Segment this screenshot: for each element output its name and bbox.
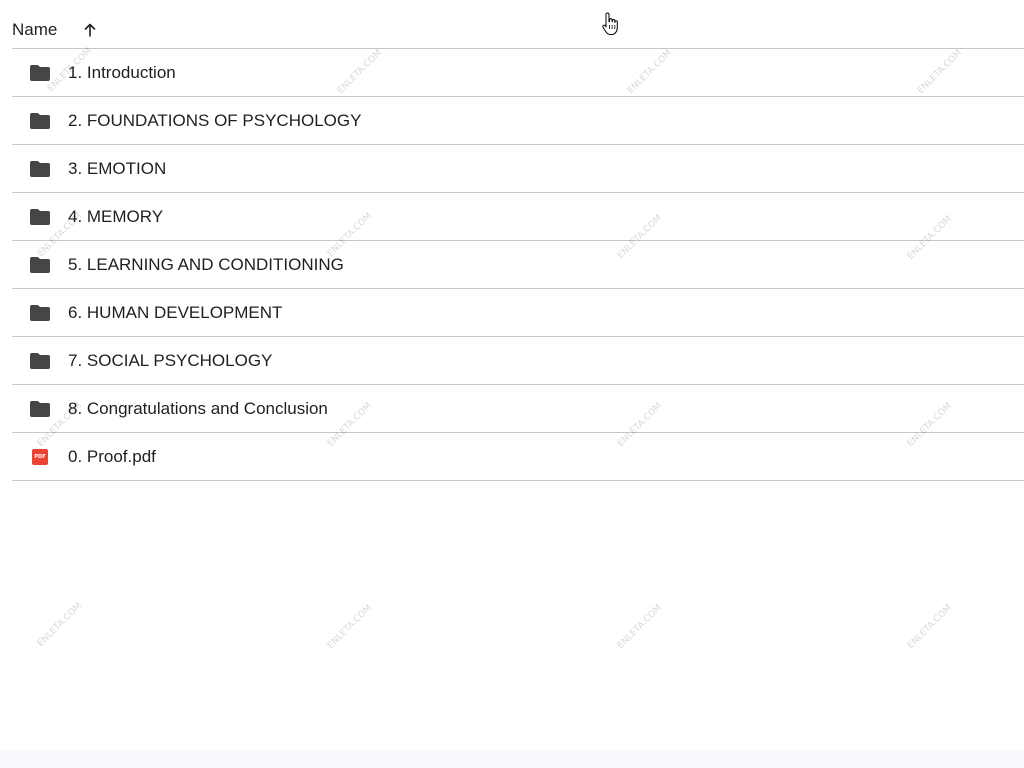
name-column-label: Name	[12, 19, 58, 39]
folder-row[interactable]: 3. EMOTION	[12, 145, 1024, 193]
arrow-up-icon[interactable]	[84, 23, 96, 37]
watermark: ENLETA.COM	[615, 602, 665, 652]
folder-row[interactable]: 8. Congratulations and Conclusion	[12, 385, 1024, 433]
file-list: Name 1. Introduction 2. FOUNDATIONS OF P…	[12, 0, 1024, 481]
file-name: 4. MEMORY	[68, 206, 164, 226]
folder-icon	[30, 304, 50, 321]
folder-icon	[30, 256, 50, 273]
sort-by-name-button[interactable]: Name	[12, 20, 96, 40]
pdf-icon: PDF	[30, 448, 50, 465]
folder-row[interactable]: 7. SOCIAL PSYCHOLOGY	[12, 337, 1024, 385]
file-name: 2. FOUNDATIONS OF PSYCHOLOGY	[68, 110, 362, 130]
folder-icon	[30, 112, 50, 129]
folder-row[interactable]: 6. HUMAN DEVELOPMENT	[12, 289, 1024, 337]
watermark: ENLETA.COM	[905, 602, 955, 652]
bottom-bar	[0, 750, 1024, 768]
folder-row[interactable]: 4. MEMORY	[12, 193, 1024, 241]
list-header: Name	[12, 0, 1024, 49]
file-name: 8. Congratulations and Conclusion	[68, 398, 328, 418]
file-name: 7. SOCIAL PSYCHOLOGY	[68, 350, 273, 370]
folder-row[interactable]: 2. FOUNDATIONS OF PSYCHOLOGY	[12, 97, 1024, 145]
file-name: 3. EMOTION	[68, 158, 167, 178]
folder-icon	[30, 208, 50, 225]
pdf-file-row[interactable]: PDF 0. Proof.pdf	[12, 433, 1024, 481]
folder-icon	[30, 64, 50, 81]
folder-row[interactable]: 1. Introduction	[12, 49, 1024, 97]
file-name: 6. HUMAN DEVELOPMENT	[68, 302, 283, 322]
file-name: 0. Proof.pdf	[68, 446, 156, 466]
folder-row[interactable]: 5. LEARNING AND CONDITIONING	[12, 241, 1024, 289]
pdf-icon-label: PDF	[32, 448, 48, 465]
file-name: 1. Introduction	[68, 62, 176, 82]
folder-icon	[30, 352, 50, 369]
file-name: 5. LEARNING AND CONDITIONING	[68, 254, 344, 274]
folder-icon	[30, 400, 50, 417]
watermark: ENLETA.COM	[325, 602, 375, 652]
folder-icon	[30, 160, 50, 177]
watermark: ENLETA.COM	[35, 600, 85, 650]
file-browser: Name 1. Introduction 2. FOUNDATIONS OF P…	[0, 0, 1024, 768]
